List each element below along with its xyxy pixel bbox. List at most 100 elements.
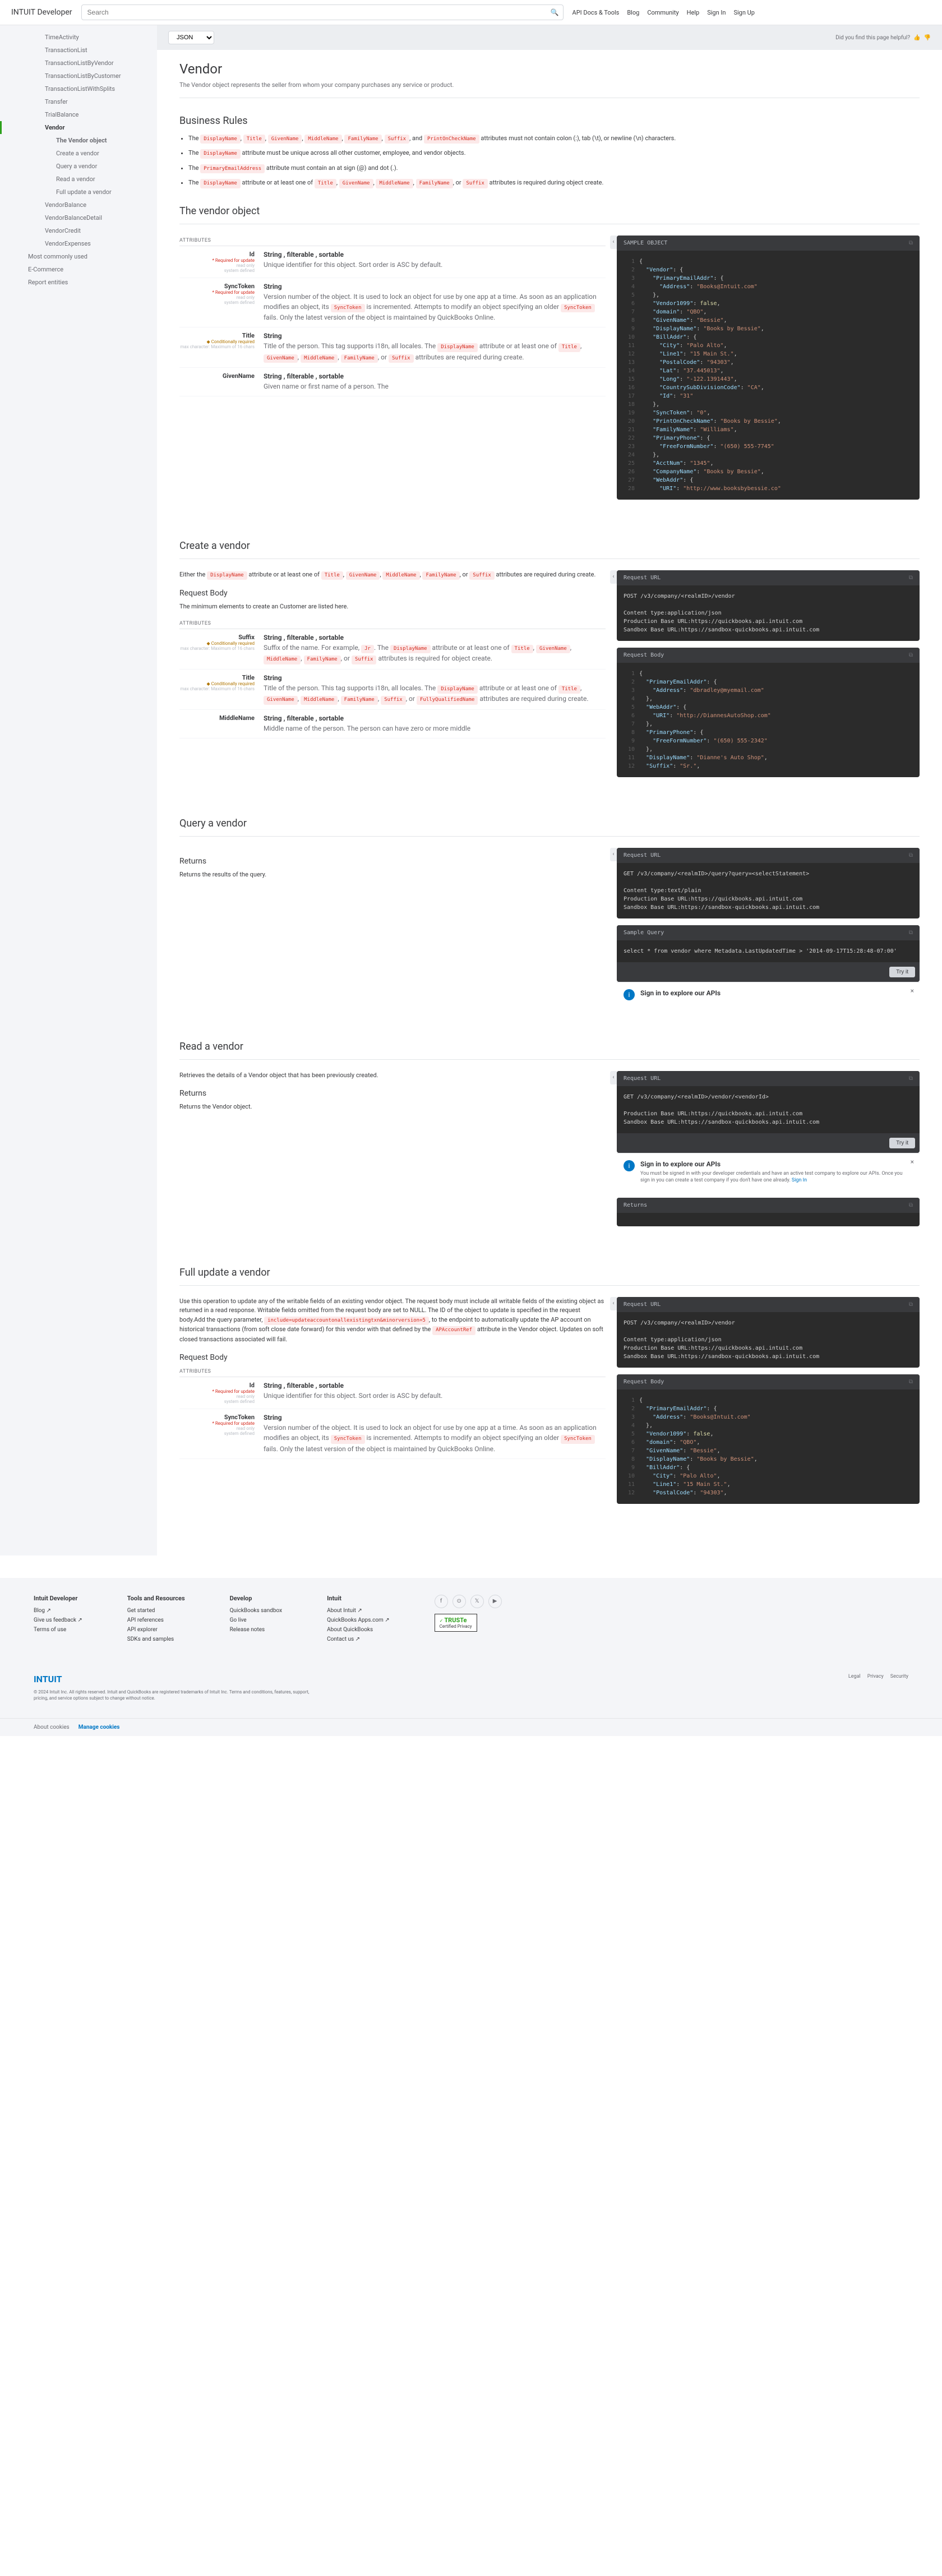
code-body[interactable]: GET /v3/company/<realmID>/query?query=<s… bbox=[617, 863, 920, 918]
format-select[interactable]: JSON bbox=[168, 31, 214, 44]
rules-list: The DisplayName, Title, GivenName, Middl… bbox=[179, 133, 920, 188]
helpful-text: Did you find this page helpful? bbox=[835, 35, 910, 41]
sidebar-item[interactable]: VendorBalance bbox=[0, 198, 157, 211]
sidebar-section[interactable]: E-Commerce bbox=[0, 263, 157, 276]
sidebar-item[interactable]: TrialBalance bbox=[0, 108, 157, 121]
footer-link[interactable]: SDKs and samples bbox=[127, 1636, 185, 1642]
sidebar-sub-update[interactable]: Full update a vendor bbox=[0, 186, 157, 198]
panel-title: Request URL bbox=[624, 575, 661, 581]
youtube-icon[interactable]: ▶ bbox=[488, 1595, 502, 1608]
attr-row-givenname: GivenName String , filterable , sortable… bbox=[179, 368, 606, 396]
copy-icon[interactable]: ⧉ bbox=[909, 1075, 913, 1082]
search-container: 🔍 bbox=[81, 4, 564, 20]
signin-link[interactable]: Sign In bbox=[792, 1178, 807, 1183]
code-body[interactable]: 1{ 2 "PrimaryEmailAddr": { 3 "Address": … bbox=[617, 1389, 920, 1504]
legal-link[interactable]: Legal bbox=[848, 1674, 861, 1679]
nav-community[interactable]: Community bbox=[647, 9, 678, 16]
twitter-icon[interactable]: 𝕏 bbox=[470, 1595, 484, 1608]
copy-icon[interactable]: ⧉ bbox=[909, 575, 913, 581]
panel-title: Sample Query bbox=[624, 930, 664, 936]
copy-icon[interactable]: ⧉ bbox=[909, 1301, 913, 1308]
nav-docs[interactable]: API Docs & Tools bbox=[572, 9, 620, 16]
sidebar-sub-read[interactable]: Read a vendor bbox=[0, 173, 157, 186]
collapse-icon[interactable]: ‹ bbox=[610, 236, 617, 249]
code-body[interactable]: 1{ 2 "Vendor": { 3 "PrimaryEmailAddr": {… bbox=[617, 251, 920, 500]
collapse-icon[interactable]: ‹ bbox=[610, 1297, 617, 1310]
collapse-icon[interactable]: ‹ bbox=[610, 570, 617, 584]
code-body[interactable]: POST /v3/company/<realmID>/vendor Conten… bbox=[617, 1312, 920, 1368]
attr-type: String bbox=[264, 332, 606, 340]
sidebar-section[interactable]: Most commonly used bbox=[0, 250, 157, 263]
sidebar-item[interactable]: VendorExpenses bbox=[0, 237, 157, 250]
footer-link[interactable]: Contact us ↗ bbox=[327, 1636, 390, 1642]
query-heading: Query a vendor bbox=[179, 818, 920, 829]
sidebar-item-vendor[interactable]: Vendor bbox=[0, 121, 157, 134]
sidebar-item[interactable]: TransactionList bbox=[0, 44, 157, 57]
code-body[interactable]: 1{ 2 "PrimaryEmailAddr": { 3 "Address": … bbox=[617, 663, 920, 777]
privacy-link[interactable]: Privacy bbox=[867, 1674, 884, 1679]
code-body[interactable]: GET /v3/company/<realmID>/vendor/<vendor… bbox=[617, 1086, 920, 1133]
attr-type: String bbox=[264, 283, 606, 290]
logo[interactable]: INTUIT Developer bbox=[11, 8, 72, 17]
close-icon[interactable]: × bbox=[911, 1158, 914, 1166]
footer-link[interactable]: About QuickBooks bbox=[327, 1627, 390, 1633]
footer-link[interactable]: About Intuit ↗ bbox=[327, 1608, 390, 1614]
footer-link[interactable]: Get started bbox=[127, 1608, 185, 1614]
close-icon[interactable]: × bbox=[911, 987, 914, 995]
footer-link[interactable]: Release notes bbox=[230, 1627, 282, 1633]
thumbs-down-icon[interactable]: 👎 bbox=[924, 35, 931, 41]
signin-text: You must be signed in with your develope… bbox=[640, 1170, 913, 1184]
sidebar-item[interactable]: TransactionListByVendor bbox=[0, 57, 157, 70]
tryit-button[interactable]: Try it bbox=[889, 1138, 915, 1148]
github-icon[interactable]: ⊙ bbox=[452, 1595, 466, 1608]
footer-col-title: Tools and Resources bbox=[127, 1595, 185, 1602]
footer-link[interactable]: API explorer bbox=[127, 1627, 185, 1633]
footer-link[interactable]: API references bbox=[127, 1617, 185, 1623]
code-body[interactable] bbox=[617, 1213, 920, 1226]
truste-badge[interactable]: ✓ TRUSTeCertified Privacy bbox=[435, 1614, 502, 1632]
about-cookies-link[interactable]: About cookies bbox=[34, 1724, 70, 1730]
security-link[interactable]: Security bbox=[890, 1674, 908, 1679]
attr-type: String , filterable , sortable bbox=[264, 372, 606, 380]
nav-signin[interactable]: Sign In bbox=[707, 9, 726, 16]
code-body[interactable]: POST /v3/company/<realmID>/vendor Conten… bbox=[617, 585, 920, 641]
sidebar-item[interactable]: Transfer bbox=[0, 95, 157, 108]
tryit-button[interactable]: Try it bbox=[889, 967, 915, 977]
copy-icon[interactable]: ⧉ bbox=[909, 240, 913, 246]
sidebar-section[interactable]: Report entities bbox=[0, 276, 157, 289]
footer-link[interactable]: Terms of use bbox=[34, 1627, 82, 1633]
attr-name: Id bbox=[179, 251, 255, 258]
thumbs-up-icon[interactable]: 👍 bbox=[913, 35, 920, 41]
copy-icon[interactable]: ⧉ bbox=[909, 1379, 913, 1385]
footer-link[interactable]: QuickBooks Apps.com ↗ bbox=[327, 1617, 390, 1623]
sidebar-item[interactable]: VendorCredit bbox=[0, 224, 157, 237]
nav-help[interactable]: Help bbox=[687, 9, 700, 16]
collapse-icon[interactable]: ‹ bbox=[610, 1071, 617, 1084]
copy-icon[interactable]: ⧉ bbox=[909, 1202, 913, 1208]
footer-link[interactable]: Give us feedback ↗ bbox=[34, 1617, 82, 1623]
facebook-icon[interactable]: f bbox=[435, 1595, 448, 1608]
copy-icon[interactable]: ⧉ bbox=[909, 852, 913, 858]
sidebar-item[interactable]: TransactionListByCustomer bbox=[0, 70, 157, 82]
copy-icon[interactable]: ⧉ bbox=[909, 930, 913, 936]
signin-title: Sign in to explore our APIs bbox=[640, 989, 721, 997]
sidebar-sub-vendor-object[interactable]: The Vendor object bbox=[0, 134, 157, 147]
footer-link[interactable]: QuickBooks sandbox bbox=[230, 1608, 282, 1614]
nav-blog[interactable]: Blog bbox=[627, 9, 639, 16]
sidebar-item[interactable]: TimeActivity bbox=[0, 31, 157, 44]
sidebar-sub-create[interactable]: Create a vendor bbox=[0, 147, 157, 160]
footer-col-intuit: Intuit About Intuit ↗ QuickBooks Apps.co… bbox=[327, 1595, 390, 1646]
sidebar-item[interactable]: VendorBalanceDetail bbox=[0, 211, 157, 224]
footer-link[interactable]: Blog ↗ bbox=[34, 1608, 82, 1614]
sidebar-item[interactable]: TransactionListWithSplits bbox=[0, 82, 157, 95]
manage-cookies-link[interactable]: Manage cookies bbox=[78, 1724, 120, 1730]
sidebar-sub-query[interactable]: Query a vendor bbox=[0, 160, 157, 173]
search-input[interactable] bbox=[81, 4, 564, 20]
attributes-label: ATTRIBUTES bbox=[179, 1367, 606, 1377]
copy-icon[interactable]: ⧉ bbox=[909, 652, 913, 658]
footer-link[interactable]: Go live bbox=[230, 1617, 282, 1623]
code-body[interactable]: select * from vendor where Metadata.Last… bbox=[617, 940, 920, 962]
search-icon[interactable]: 🔍 bbox=[551, 8, 559, 16]
nav-signup[interactable]: Sign Up bbox=[733, 9, 755, 16]
collapse-icon[interactable]: ‹ bbox=[610, 848, 617, 861]
